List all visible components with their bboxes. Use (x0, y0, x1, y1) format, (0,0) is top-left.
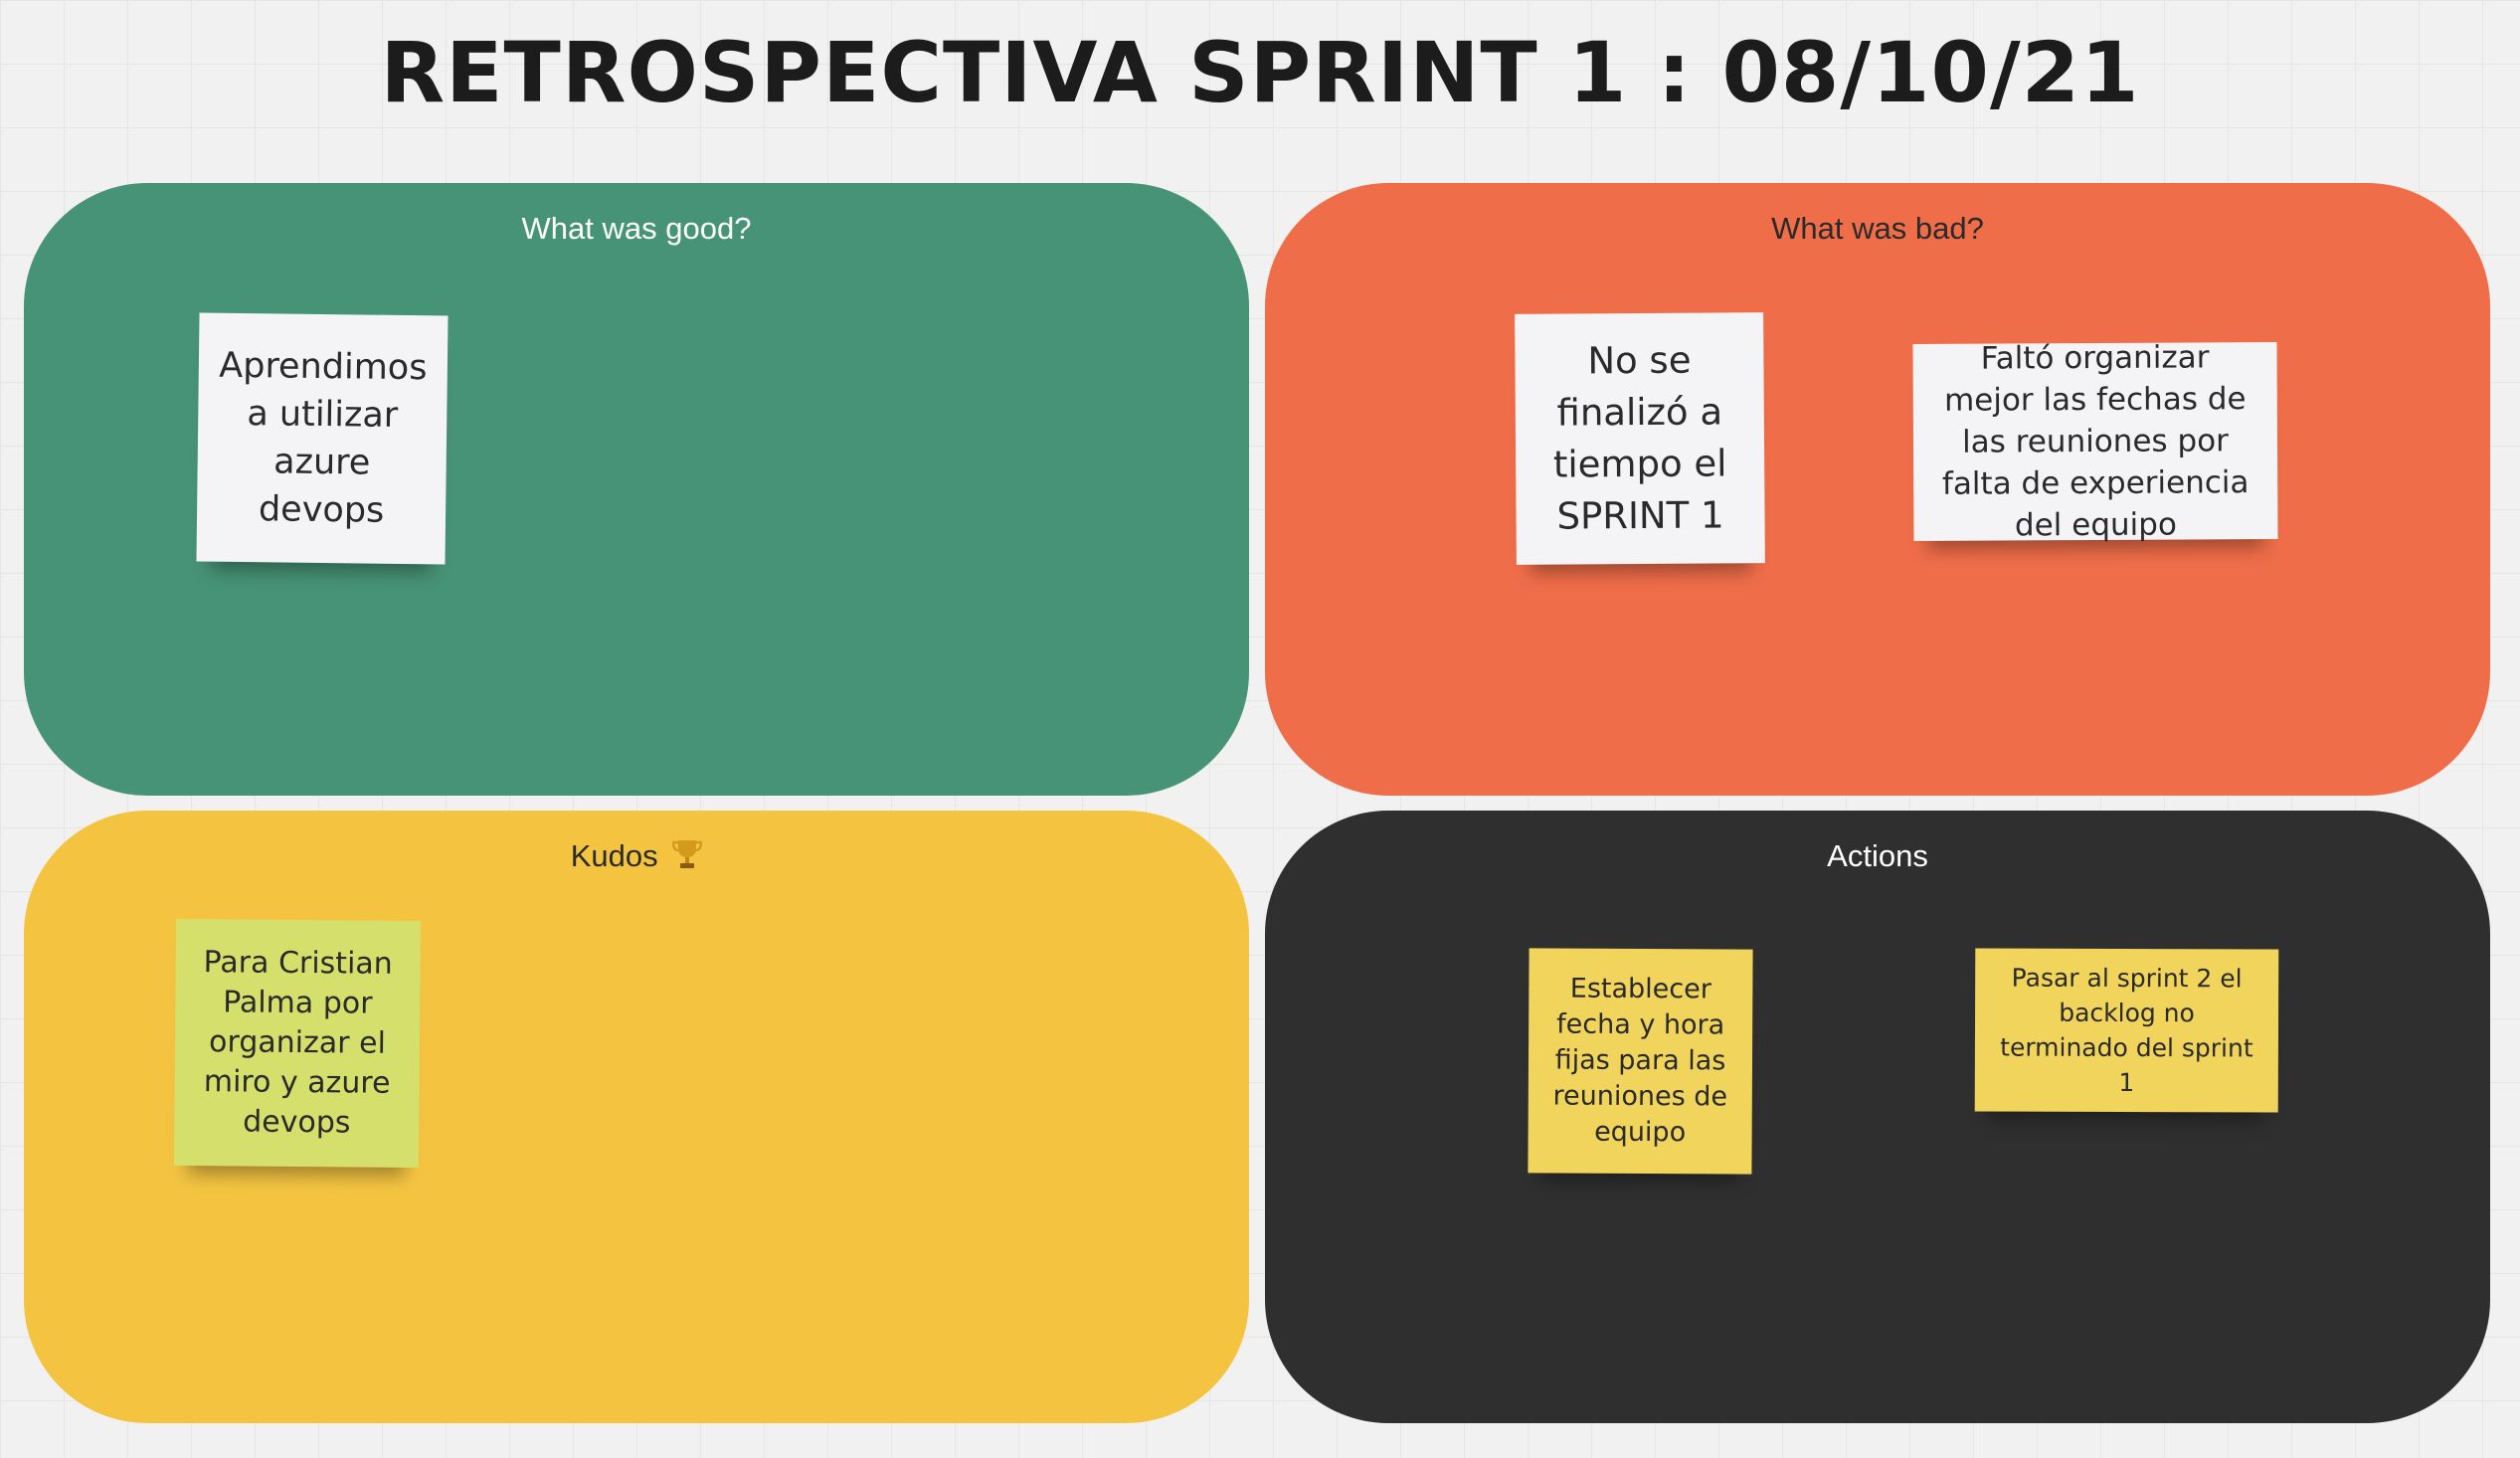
sticky-note[interactable]: Pasar al sprint 2 el backlog no terminad… (1974, 948, 2279, 1113)
sticky-note[interactable]: Establecer fecha y hora fijas para las r… (1528, 948, 1753, 1175)
sticky-note-text: Establecer fecha y hora fijas para las r… (1552, 973, 1728, 1149)
sticky-note-text: Aprendimos a utilizar azure devops (219, 345, 428, 531)
sticky-note[interactable]: Faltó organizar mejor las fechas de las … (1912, 339, 2278, 543)
board-title: RETROSPECTIVA SPRINT 1 : 08/10/21 (380, 24, 2140, 121)
trophy-icon (672, 837, 703, 879)
sticky-note-text: Pasar al sprint 2 el backlog no terminad… (2000, 963, 2253, 1098)
panel-label-good: What was good? (521, 211, 752, 246)
panel-label-kudos: Kudos (24, 836, 1249, 879)
panel-actions[interactable]: Actions (1265, 811, 2490, 1423)
sticky-note[interactable]: No se finalizó a tiempo el SPRINT 1 (1515, 312, 1765, 565)
panel-label-actions: Actions (1827, 838, 1928, 873)
panel-what-was-bad[interactable]: What was bad? (1265, 183, 2490, 796)
panel-label-bad: What was bad? (1771, 211, 1984, 246)
sticky-note-text: Para Cristian Palma por organizar el mir… (203, 945, 393, 1141)
sticky-note-text: No se finalizó a tiempo el SPRINT 1 (1552, 338, 1727, 538)
sticky-note-text: Faltó organizar mejor las fechas de las … (1941, 339, 2250, 544)
sticky-note[interactable]: Para Cristian Palma por organizar el mir… (173, 918, 422, 1169)
kudos-label-text: Kudos (570, 838, 658, 873)
sticky-note[interactable]: Aprendimos a utilizar azure devops (196, 312, 449, 565)
